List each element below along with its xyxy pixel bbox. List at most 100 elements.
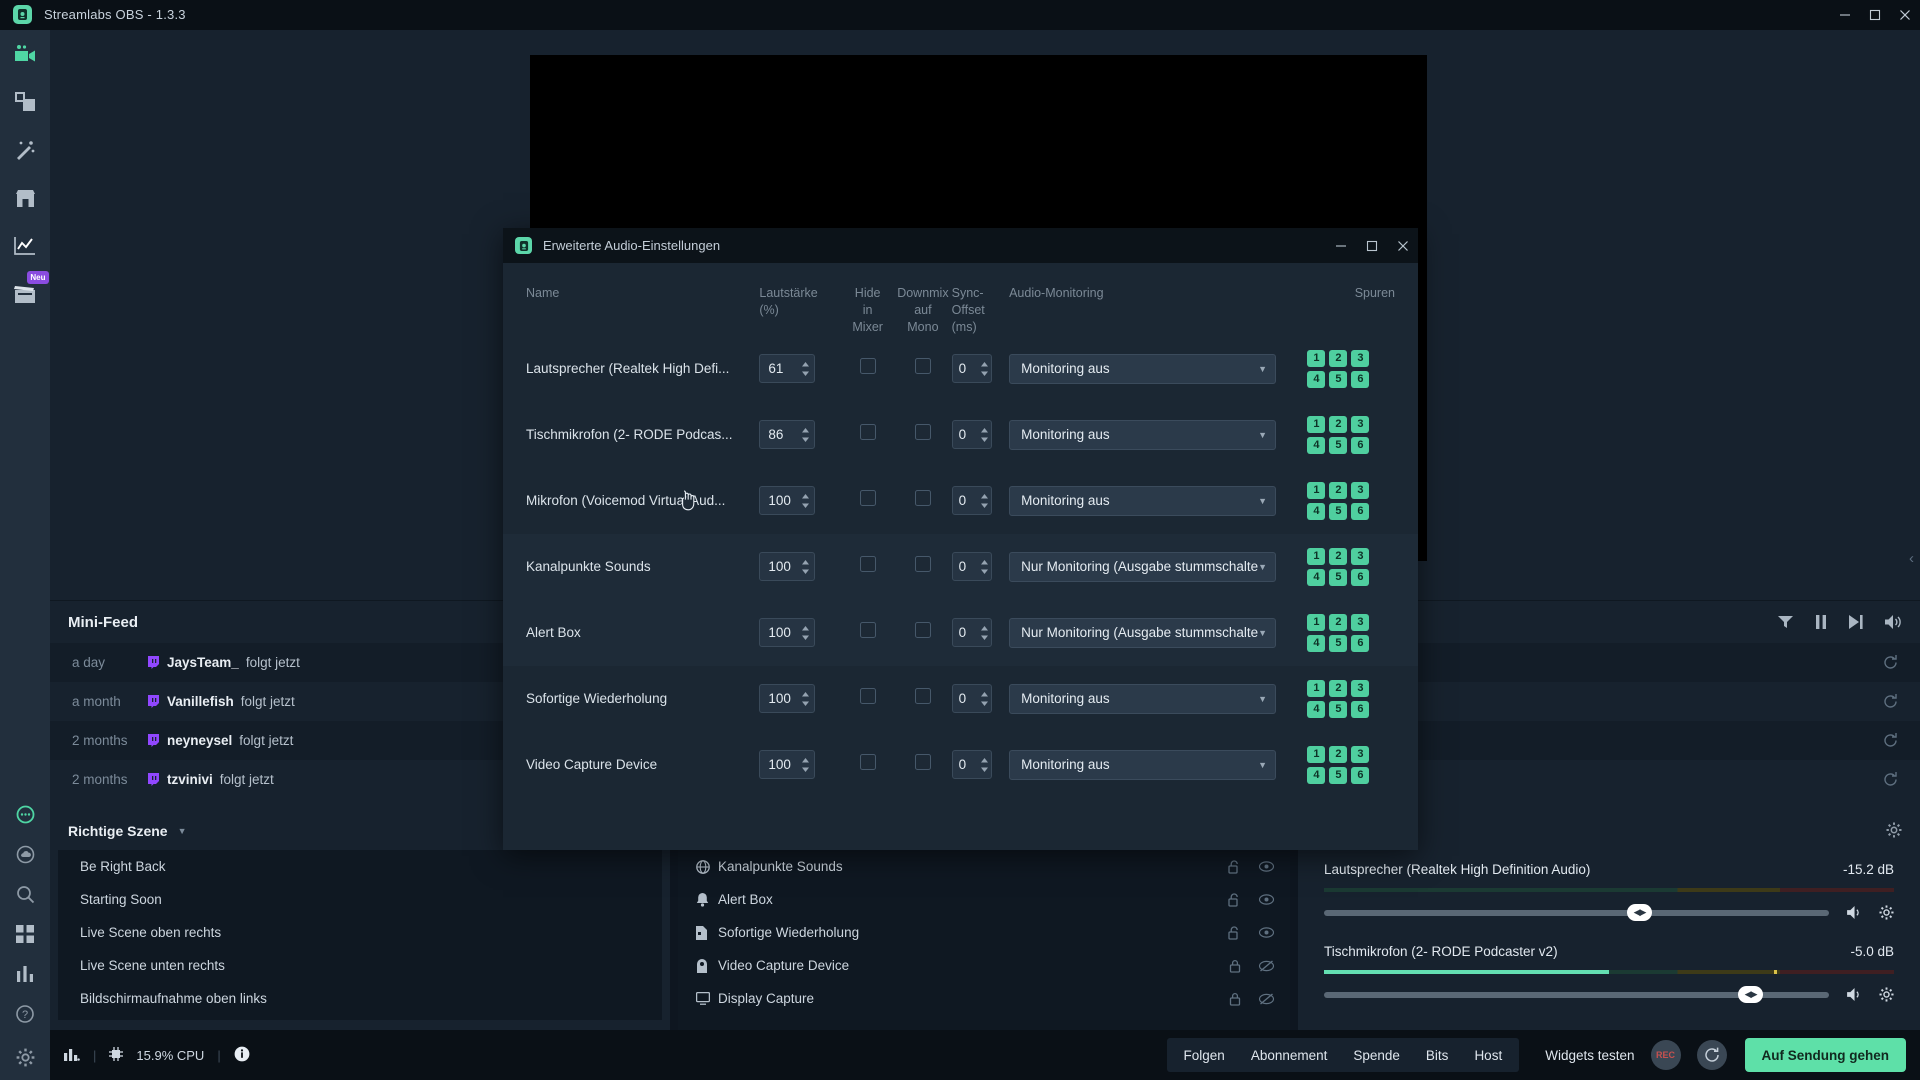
sidebar-item-editor[interactable]: [0, 30, 50, 78]
hide-in-mixer-checkbox[interactable]: [859, 358, 876, 375]
track-button-1[interactable]: 1: [1307, 679, 1326, 697]
slider-handle[interactable]: ◀▶: [1738, 985, 1764, 1003]
track-button-2[interactable]: 2: [1329, 349, 1348, 367]
sidebar-item-highlighter[interactable]: Neu: [0, 270, 50, 318]
hide-in-mixer-checkbox[interactable]: [859, 424, 876, 441]
dialog-maximize-icon[interactable]: [1356, 228, 1387, 263]
audio-monitoring-select[interactable]: Monitoring aus ▼: [1009, 485, 1277, 516]
sidebar-item-help[interactable]: ?: [0, 994, 50, 1034]
list-item[interactable]: Live Scene unten rechts: [58, 949, 662, 982]
go-live-button[interactable]: Auf Sendung gehen: [1744, 1038, 1906, 1072]
track-button-4[interactable]: 4: [1307, 700, 1326, 718]
list-item[interactable]: Bildschirmaufnahme oben links: [58, 982, 662, 1015]
track-button-4[interactable]: 4: [1307, 568, 1326, 586]
stepper-arrows-icon[interactable]: [801, 427, 810, 443]
volume-stepper[interactable]: 100: [759, 486, 816, 516]
track-button-4[interactable]: 4: [1307, 370, 1326, 388]
pause-icon[interactable]: [1815, 615, 1827, 629]
mute-icon[interactable]: [1847, 988, 1863, 1001]
volume-stepper[interactable]: 86: [759, 420, 816, 450]
sync-offset-stepper[interactable]: 0: [951, 750, 992, 780]
downmix-mono-checkbox[interactable]: [914, 754, 931, 771]
chevron-down-icon[interactable]: ▼: [1258, 562, 1267, 572]
sidebar-item-apps[interactable]: [0, 914, 50, 954]
volume-icon[interactable]: [1885, 615, 1902, 629]
track-button-5[interactable]: 5: [1329, 634, 1348, 652]
stepper-arrows-icon[interactable]: [980, 427, 989, 443]
stepper-arrows-icon[interactable]: [980, 691, 989, 707]
stepper-arrows-icon[interactable]: [980, 625, 989, 641]
stepper-arrows-icon[interactable]: [801, 625, 810, 641]
track-button-4[interactable]: 4: [1307, 436, 1326, 454]
refresh-icon[interactable]: [1883, 772, 1898, 787]
track-button-5[interactable]: 5: [1329, 766, 1348, 784]
table-row[interactable]: Video Capture Device: [678, 949, 1290, 982]
stepper-arrows-icon[interactable]: [980, 559, 989, 575]
sync-offset-stepper[interactable]: 0: [951, 618, 992, 648]
sidebar-item-cloud[interactable]: [0, 834, 50, 874]
track-button-2[interactable]: 2: [1329, 415, 1348, 433]
hide-in-mixer-checkbox[interactable]: [859, 754, 876, 771]
track-button-1[interactable]: 1: [1307, 613, 1326, 631]
track-button-3[interactable]: 3: [1351, 349, 1370, 367]
track-button-2[interactable]: 2: [1329, 745, 1348, 763]
minimize-icon[interactable]: [1830, 0, 1860, 30]
sync-offset-stepper[interactable]: 0: [951, 486, 992, 516]
table-row[interactable]: Sofortige Wiederholung: [678, 916, 1290, 949]
list-item[interactable]: Starting Soon: [58, 883, 662, 916]
chip-abonnement[interactable]: Abonnement: [1238, 1048, 1341, 1063]
track-button-3[interactable]: 3: [1351, 745, 1370, 763]
performance-icon[interactable]: [64, 1047, 80, 1064]
track-button-2[interactable]: 2: [1329, 679, 1348, 697]
volume-stepper[interactable]: 100: [759, 684, 816, 714]
slider-handle[interactable]: ◀▶: [1627, 903, 1652, 921]
info-icon[interactable]: [234, 1046, 250, 1065]
eye-icon[interactable]: [1259, 894, 1274, 905]
track-button-4[interactable]: 4: [1307, 766, 1326, 784]
downmix-mono-checkbox[interactable]: [914, 688, 931, 705]
stepper-arrows-icon[interactable]: [980, 757, 989, 773]
chevron-down-icon[interactable]: ▼: [178, 826, 187, 836]
sidebar-item-dashboard[interactable]: [0, 222, 50, 270]
chevron-down-icon[interactable]: ▼: [1258, 628, 1267, 638]
filter-icon[interactable]: [1778, 615, 1793, 629]
table-row[interactable]: Alert Box: [678, 883, 1290, 916]
mute-icon[interactable]: [1847, 906, 1863, 919]
mixer-settings-gear-icon[interactable]: [1886, 822, 1902, 841]
track-button-6[interactable]: 6: [1351, 634, 1370, 652]
table-row[interactable]: Kanalpunkte Sounds: [678, 850, 1290, 883]
downmix-mono-checkbox[interactable]: [914, 622, 931, 639]
volume-stepper[interactable]: 100: [759, 750, 816, 780]
sync-offset-stepper[interactable]: 0: [951, 684, 992, 714]
track-button-6[interactable]: 6: [1351, 568, 1370, 586]
sidebar-item-themes[interactable]: [0, 78, 50, 126]
sidebar-item-stats[interactable]: [0, 954, 50, 994]
volume-stepper[interactable]: 100: [759, 618, 816, 648]
track-button-3[interactable]: 3: [1351, 415, 1370, 433]
track-button-2[interactable]: 2: [1329, 547, 1348, 565]
track-button-1[interactable]: 1: [1307, 745, 1326, 763]
track-button-1[interactable]: 1: [1307, 547, 1326, 565]
downmix-mono-checkbox[interactable]: [914, 424, 931, 441]
sidebar-item-store[interactable]: [0, 174, 50, 222]
track-button-6[interactable]: 6: [1351, 370, 1370, 388]
eye-off-icon[interactable]: [1259, 992, 1274, 1005]
refresh-icon[interactable]: [1883, 733, 1898, 748]
sidebar-item-settings[interactable]: [0, 1034, 50, 1080]
chevron-down-icon[interactable]: ▼: [1258, 430, 1267, 440]
chevron-down-icon[interactable]: ▼: [1258, 760, 1267, 770]
close-icon[interactable]: [1890, 0, 1920, 30]
sidebar-item-search[interactable]: [0, 874, 50, 914]
track-button-1[interactable]: 1: [1307, 349, 1326, 367]
stepper-arrows-icon[interactable]: [801, 691, 810, 707]
audio-monitoring-select[interactable]: Monitoring aus ▼: [1009, 749, 1277, 780]
collapse-chevron-icon[interactable]: ‹: [1909, 550, 1914, 567]
audio-monitoring-select[interactable]: Nur Monitoring (Ausgabe stummschalten) ▼: [1009, 617, 1277, 648]
volume-stepper[interactable]: 61: [759, 354, 816, 384]
downmix-mono-checkbox[interactable]: [914, 490, 931, 507]
maximize-icon[interactable]: [1860, 0, 1890, 30]
sync-offset-stepper[interactable]: 0: [951, 552, 992, 582]
audio-monitoring-select[interactable]: Monitoring aus ▼: [1009, 353, 1277, 384]
stepper-arrows-icon[interactable]: [801, 493, 810, 509]
unlocked-icon[interactable]: [1228, 859, 1241, 874]
